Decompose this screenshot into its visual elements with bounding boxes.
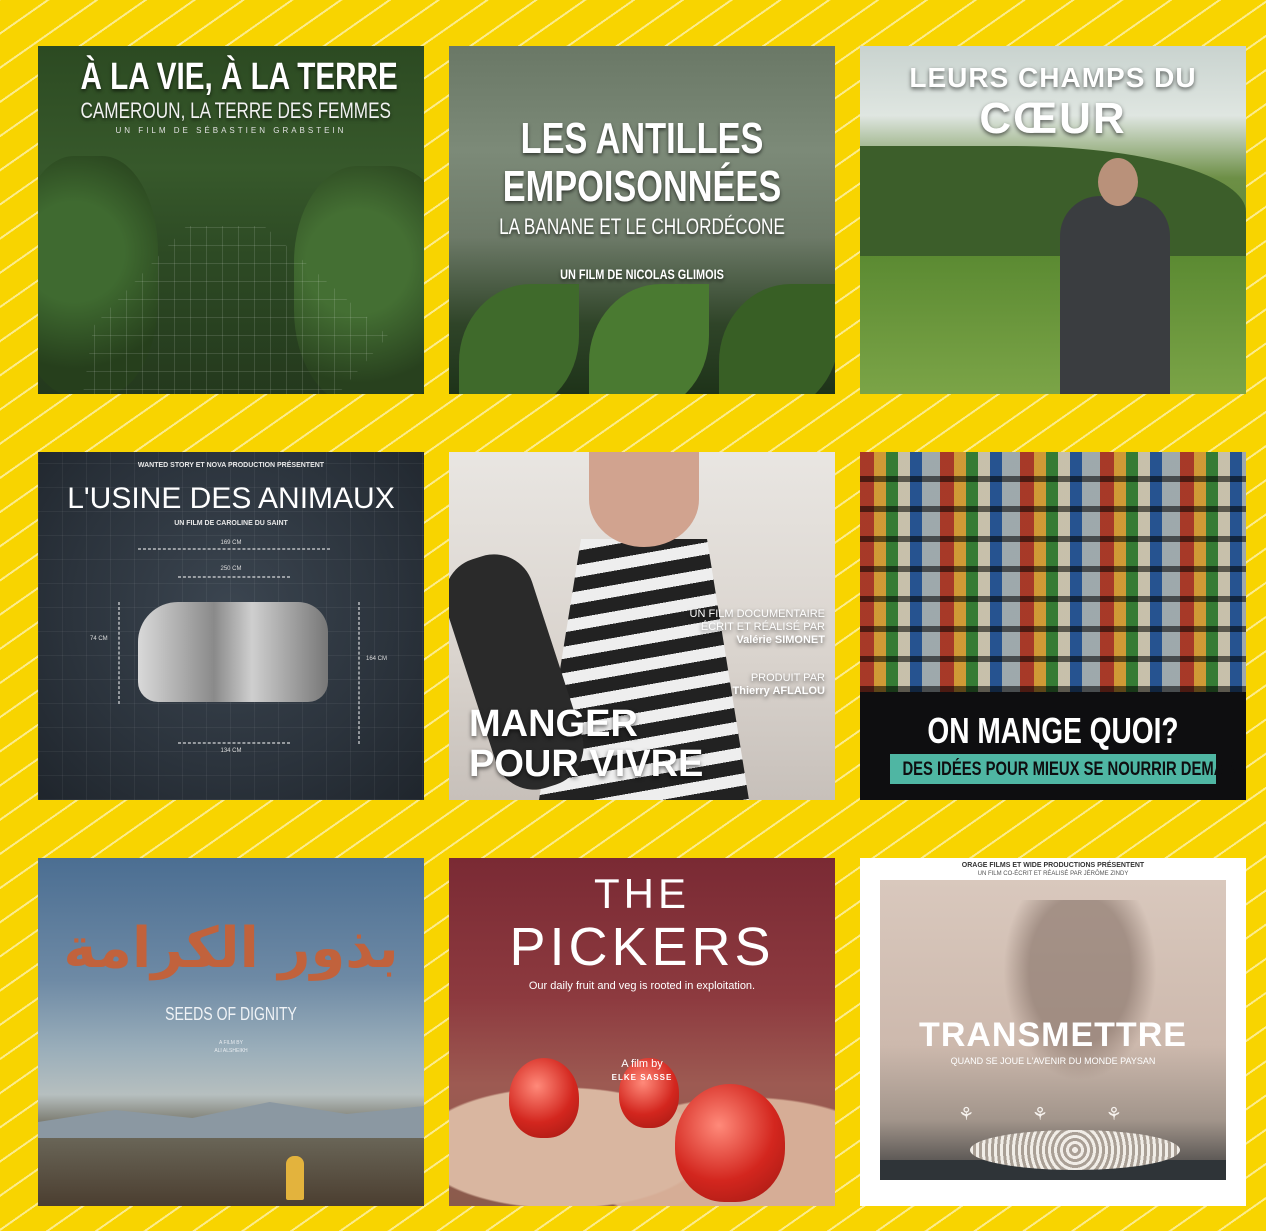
poster-tagline: WANTED STORY ET NOVA PRODUCTION PRÉSENTE…	[137, 462, 325, 469]
woman-face	[589, 452, 699, 547]
poster-title-line2: CŒUR	[979, 94, 1127, 143]
producer-name: Thierry AFLALOU	[732, 685, 826, 697]
poster-tagline: Our daily fruit and veg is rooted in exp…	[528, 980, 756, 992]
banana-leaf	[459, 284, 579, 394]
dimension-label-bottom: 134 CM	[220, 748, 242, 754]
dimension-label-mid: 250 CM	[220, 566, 242, 572]
farmer-figure	[1060, 196, 1170, 394]
strawberry	[509, 1058, 579, 1138]
poster-presenters: ORAGE FILMS ET WIDE PRODUCTIONS PRÉSENTE…	[961, 862, 1145, 869]
poster-credit: UN FILM DE SÉBASTIEN GRABSTEIN	[115, 126, 347, 135]
film-by-label: A FILM BY	[219, 1040, 243, 1046]
poster-title: ON MANGE QUOI?	[927, 710, 1179, 751]
director-name: Valérie SIMONET	[736, 634, 825, 646]
dimension-line	[178, 576, 290, 578]
poster-title-line2: PICKERS	[509, 917, 775, 977]
poster-credit: UN FILM DE NICOLAS GLIMOIS	[560, 266, 724, 282]
dimension-label-left: 74 CM	[90, 636, 108, 642]
poster-subtitle: DES IDÉES POUR MIEUX SE NOURRIR DEMAIN	[902, 759, 1240, 780]
poster-subtitle: QUAND SE JOUE L'AVENIR DU MONDE PAYSAN	[950, 1056, 1156, 1066]
poster-producer-block: PRODUIT PAR Thierry AFLALOU	[733, 672, 826, 698]
poster-title: À LA VIE, À LA TERRE	[80, 56, 398, 98]
poster-subtitle: CAMEROUN, LA TERRE DES FEMMES	[80, 98, 391, 123]
dimension-line	[358, 602, 360, 744]
director-name: ALI ALSHEIKH	[214, 1048, 248, 1054]
cow-illustration	[138, 602, 328, 702]
dimension-line	[138, 548, 330, 550]
dimension-line	[178, 742, 290, 744]
poster-arabic-title: بذور الكرامة	[63, 916, 399, 981]
poster-leurs-champs-du-coeur: LEURS CHAMPS DU CŒUR	[860, 46, 1246, 394]
poster-on-mange-quoi: ON MANGE QUOI? DES IDÉES POUR MIEUX SE N…	[860, 452, 1246, 800]
poster-title-line1: MANGER	[469, 703, 638, 745]
farmer-head	[1098, 158, 1138, 206]
poster-title: L'USINE DES ANIMAUX	[67, 482, 395, 515]
producer-label: PRODUIT PAR	[750, 672, 825, 684]
mountain-range	[38, 1102, 424, 1138]
potato-pile	[970, 1130, 1180, 1170]
poster-l-usine-des-animaux: WANTED STORY ET NOVA PRODUCTION PRÉSENTE…	[38, 452, 424, 800]
poster-les-antilles-empoisonnees: LES ANTILLES EMPOISONNÉES LA BANANE ET L…	[449, 46, 835, 394]
poster-manger-pour-vivre: UN FILM DOCUMENTAIRE ÉCRIT ET RÉALISÉ PA…	[449, 452, 835, 800]
banana-leaf	[719, 284, 835, 394]
poster-title-block: MANGER POUR VIVRE	[469, 704, 703, 784]
poster-the-pickers: THE PICKERS Our daily fruit and veg is r…	[449, 858, 835, 1206]
film-by-label: A film by	[621, 1058, 663, 1070]
poster-title-line1: THE	[594, 870, 690, 917]
poster-credit: UN FILM CO-ÉCRIT ET RÉALISÉ PAR JÉRÔME Z…	[977, 871, 1129, 877]
poster-transmettre: ORAGE FILMS ET WIDE PRODUCTIONS PRÉSENTE…	[860, 858, 1246, 1206]
director-name: ELKE SASSE	[611, 1073, 673, 1082]
child-in-yellow	[286, 1156, 304, 1200]
festival-laurels: ⚘ ⚘ ⚘	[958, 1104, 1148, 1125]
poster-title-line1: LES ANTILLES	[520, 114, 764, 163]
credit-line-1: UN FILM DOCUMENTAIRE	[689, 608, 825, 620]
hillside	[860, 146, 1246, 256]
farmer-silhouette	[990, 900, 1170, 1100]
dimension-label-top: 169 CM	[220, 540, 242, 546]
poster-title-line1: LEURS CHAMPS DU	[909, 62, 1197, 93]
poster-title: TRANSMETTRE	[919, 1016, 1187, 1054]
poster-title: SEEDS OF DIGNITY	[165, 1004, 297, 1024]
poster-a-la-vie-a-la-terre: À LA VIE, À LA TERRE CAMEROUN, LA TERRE …	[38, 46, 424, 394]
film-poster-collage: À LA VIE, À LA TERRE CAMEROUN, LA TERRE …	[0, 0, 1266, 1231]
poster-credit: UN FILM DE CAROLINE DU SAINT	[174, 520, 288, 527]
strawberry	[675, 1084, 785, 1202]
banana-leaf	[589, 284, 709, 394]
poster-seeds-of-dignity: بذور الكرامة SEEDS OF DIGNITY A FILM BY …	[38, 858, 424, 1206]
dimension-line	[118, 602, 120, 704]
credit-line-2: ÉCRIT ET RÉALISÉ PAR	[700, 621, 825, 633]
poster-subtitle: LA BANANE ET LE CHLORDÉCONE	[499, 214, 785, 239]
dimension-label-right: 164 CM	[366, 656, 388, 662]
poster-credit-block: UN FILM DOCUMENTAIRE ÉCRIT ET RÉALISÉ PA…	[690, 608, 825, 647]
poster-title-line2: POUR VIVRE	[469, 743, 704, 785]
shelf-shadows	[860, 452, 1246, 692]
poster-title-line2: EMPOISONNÉES	[502, 162, 782, 211]
